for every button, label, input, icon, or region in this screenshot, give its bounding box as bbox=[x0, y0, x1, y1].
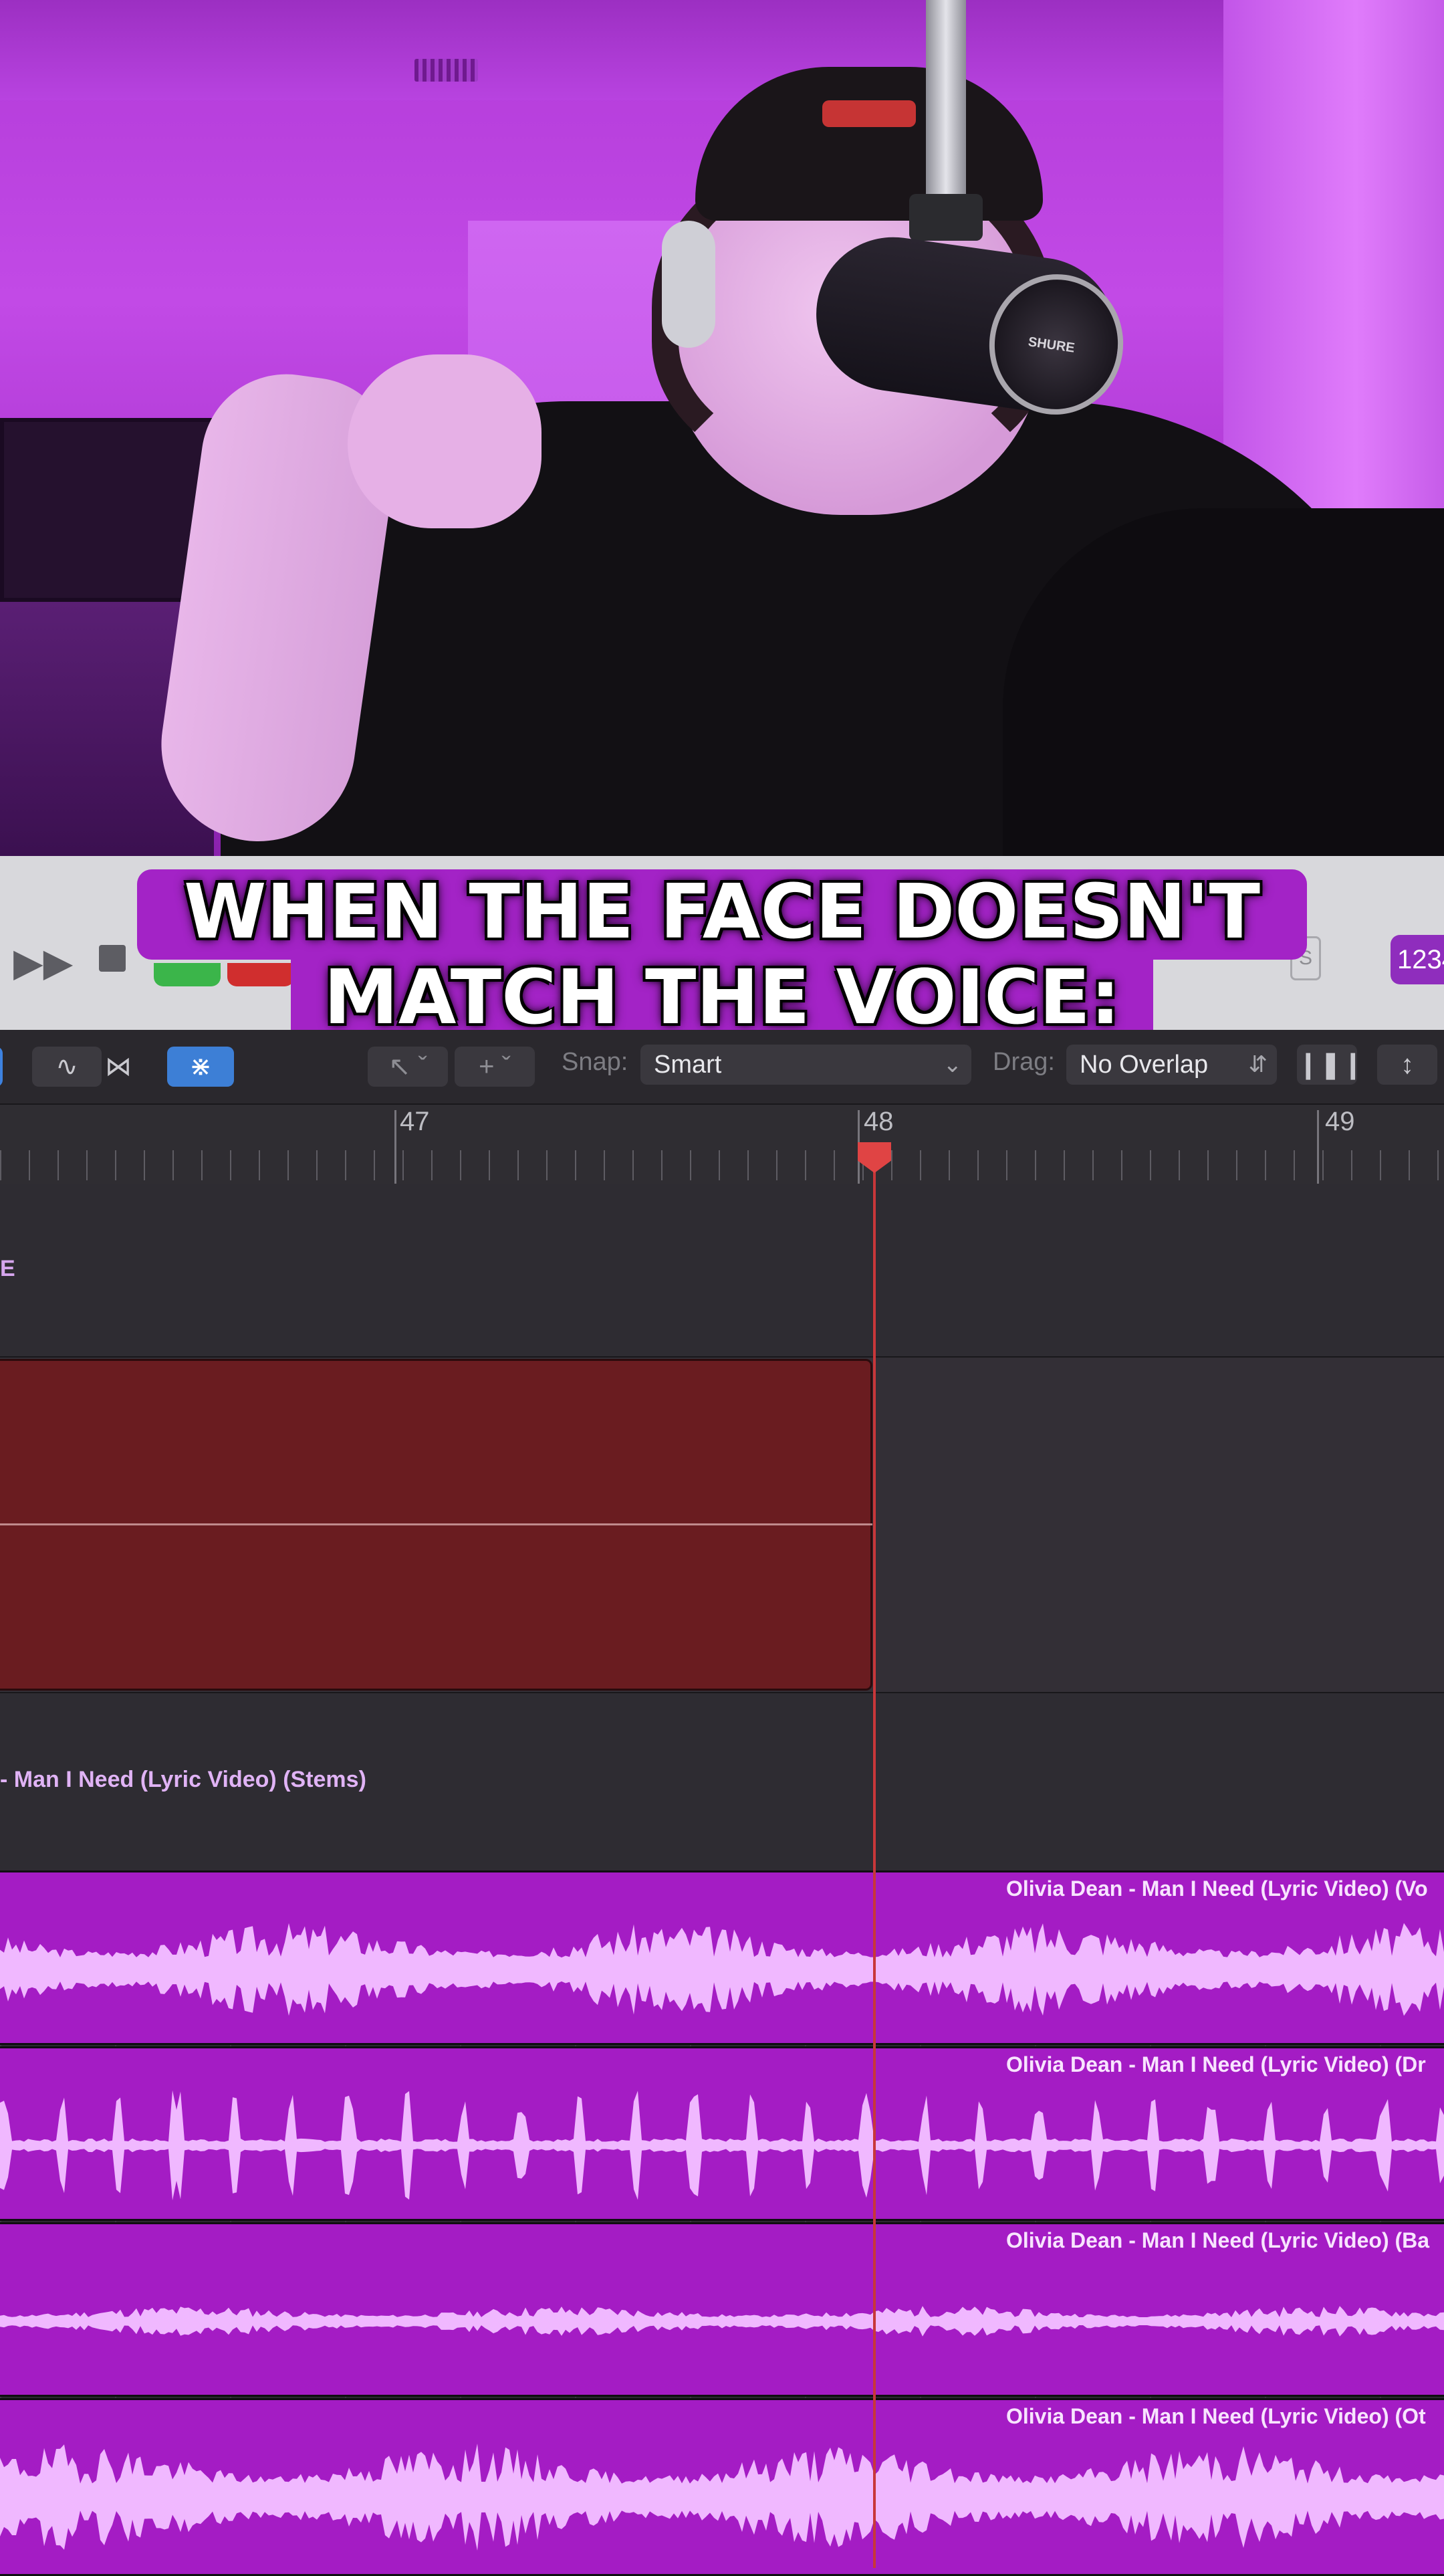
waveform bbox=[0, 2444, 1444, 2551]
region-label: Olivia Dean - Man I Need (Lyric Video) (… bbox=[1006, 2404, 1426, 2428]
marquee-tool-icon[interactable]: + ˇ bbox=[455, 1047, 535, 1087]
waveform bbox=[0, 2306, 1444, 2337]
pointer-tool-icon[interactable]: ↖ ˇ bbox=[368, 1047, 448, 1087]
headphones bbox=[662, 221, 715, 348]
chevron-down-icon: ⌄ bbox=[943, 1052, 963, 1077]
waveform bbox=[0, 2090, 1444, 2201]
region-label: Olivia Dean - Man I Need (Lyric Video) (… bbox=[1006, 2228, 1430, 2252]
stem-region-vocals[interactable]: Olivia Dean - Man I Need (Lyric Video) (… bbox=[0, 1870, 1444, 2045]
cap-logo bbox=[822, 100, 916, 127]
singer-hand bbox=[348, 354, 542, 528]
waveform bbox=[0, 1923, 1444, 2016]
cycle-indicator[interactable] bbox=[154, 963, 221, 986]
webcam-video: SHURE bbox=[0, 0, 1444, 856]
snap-select[interactable]: Smart ⌄ bbox=[640, 1045, 971, 1085]
region-label: Olivia Dean - Man I Need (Lyric Video) (… bbox=[1006, 2052, 1426, 2076]
snap-label: Snap: bbox=[562, 1048, 628, 1076]
track-lane[interactable] bbox=[0, 1184, 1444, 1358]
record-indicator[interactable] bbox=[227, 963, 294, 986]
playhead[interactable] bbox=[873, 1144, 876, 2568]
snap-value: Smart bbox=[654, 1051, 722, 1079]
vertical-zoom-icon[interactable]: ↕ bbox=[1377, 1045, 1437, 1085]
mic-brand-text: SHURE bbox=[1027, 334, 1076, 356]
count-in-badge[interactable]: 1234 bbox=[1391, 935, 1444, 984]
region-label: Olivia Dean - Man I Need (Lyric Video) (… bbox=[1006, 1876, 1428, 1901]
singer-shoulder bbox=[1003, 508, 1444, 856]
drag-label: Drag: bbox=[993, 1048, 1055, 1076]
mic-boom-arm bbox=[926, 0, 966, 201]
folder-track-label: - Man I Need (Lyric Video) (Stems) bbox=[0, 1767, 366, 1792]
air-vent bbox=[414, 59, 478, 82]
ruler-ticks bbox=[0, 1150, 1444, 1180]
crossfade-icon[interactable]: ⋈ bbox=[85, 1047, 152, 1087]
waveform-zoom-icon[interactable]: ❙❚❙ bbox=[1297, 1045, 1364, 1085]
fast-forward-icon[interactable]: ▶▶ bbox=[13, 940, 73, 985]
caption-line-1: WHEN THE FACE DOESN'T bbox=[137, 869, 1307, 960]
bar-number: 49 bbox=[1325, 1107, 1355, 1136]
region-center-line bbox=[0, 1523, 872, 1525]
bar-number: 48 bbox=[864, 1107, 894, 1136]
flex-tool-icon[interactable]: ⋇ bbox=[167, 1047, 234, 1087]
toolbar-button-partial[interactable] bbox=[0, 1047, 3, 1087]
drag-select[interactable]: No Overlap ⇵ bbox=[1066, 1045, 1277, 1085]
drag-value: No Overlap bbox=[1080, 1051, 1209, 1079]
bar-number: 47 bbox=[400, 1107, 430, 1136]
stem-region-other[interactable]: Olivia Dean - Man I Need (Lyric Video) (… bbox=[0, 2398, 1444, 2576]
stem-region-bass[interactable]: Olivia Dean - Man I Need (Lyric Video) (… bbox=[0, 2222, 1444, 2397]
stem-region-drums[interactable]: Olivia Dean - Man I Need (Lyric Video) (… bbox=[0, 2046, 1444, 2221]
stop-icon[interactable] bbox=[99, 945, 126, 972]
bar-line bbox=[1317, 1110, 1319, 1184]
mic-mount bbox=[909, 194, 983, 241]
updown-chevron-icon: ⇵ bbox=[1248, 1052, 1268, 1077]
track-label: E bbox=[0, 1256, 15, 1281]
bar-line bbox=[394, 1110, 396, 1184]
